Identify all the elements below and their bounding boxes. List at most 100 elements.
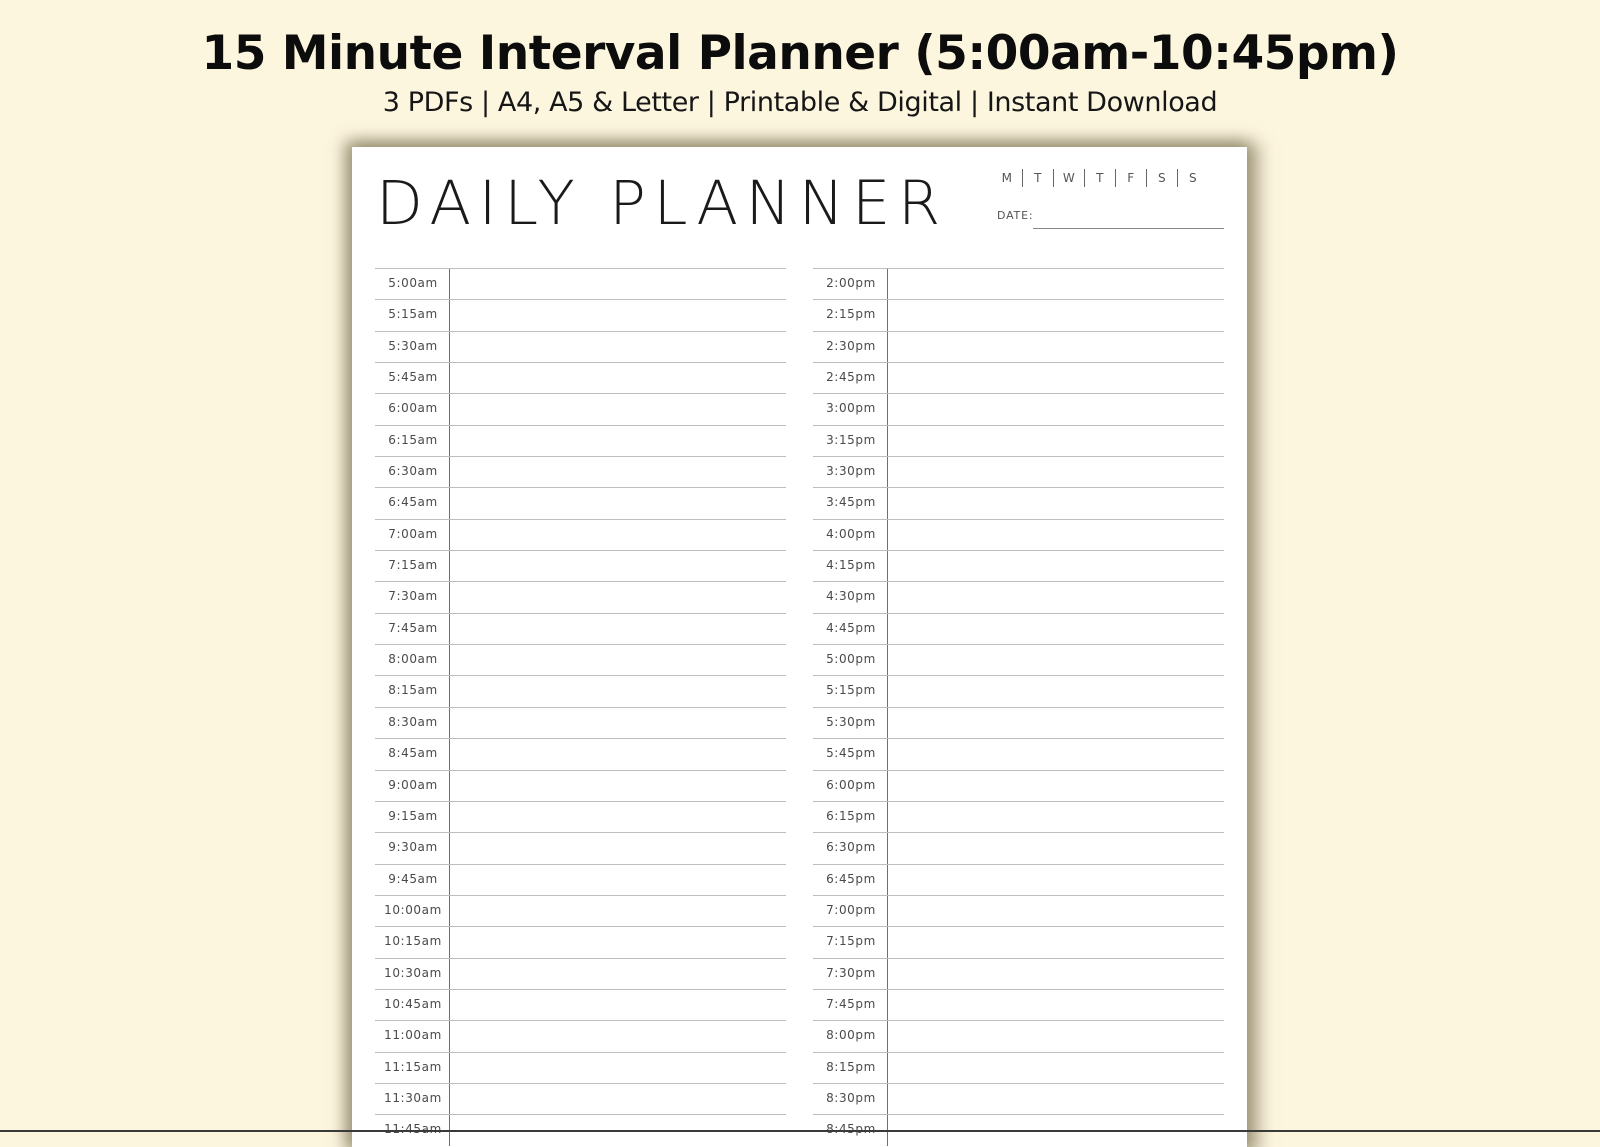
time-slot-entry[interactable] [450, 676, 786, 706]
time-slot-row: 8:00pm [813, 1020, 1224, 1052]
time-slot-entry[interactable] [450, 582, 786, 612]
time-slot-row: 6:00am [375, 393, 786, 425]
time-slot-row: 5:15pm [813, 675, 1224, 707]
time-slot-label: 7:45am [375, 613, 450, 645]
time-slot-label: 10:15am [375, 927, 450, 958]
time-slot-entry[interactable] [450, 520, 786, 550]
time-slot-label: 7:15am [375, 551, 450, 582]
time-slot-entry[interactable] [888, 520, 1224, 550]
time-slot-entry[interactable] [888, 457, 1224, 487]
time-slot-label: 6:45am [375, 488, 450, 519]
time-slot-entry[interactable] [888, 332, 1224, 362]
time-slot-entry[interactable] [450, 394, 786, 424]
time-slot-row: 2:00pm [813, 268, 1224, 300]
time-slot-entry[interactable] [450, 426, 786, 456]
time-slot-entry[interactable] [450, 739, 786, 769]
time-slot-entry[interactable] [450, 363, 786, 393]
time-slot-label: 8:30pm [813, 1083, 888, 1115]
weekday-option[interactable]: T [1093, 171, 1107, 185]
weekday-option[interactable]: W [1062, 171, 1076, 185]
time-slot-entry[interactable] [888, 865, 1224, 895]
time-slot-label: 3:15pm [813, 425, 888, 457]
time-slot-label: 3:45pm [813, 488, 888, 519]
time-slot-entry[interactable] [450, 833, 786, 863]
time-slot-entry[interactable] [888, 582, 1224, 612]
time-slot-entry[interactable] [450, 927, 786, 957]
time-slot-row: 10:45am [375, 988, 786, 1021]
time-slot-entry[interactable] [450, 614, 786, 644]
time-slot-entry[interactable] [888, 676, 1224, 706]
product-subline: 3 PDFs | A4, A5 & Letter | Printable & D… [382, 87, 1218, 118]
weekday-option[interactable]: S [1186, 171, 1200, 185]
time-slot-row: 6:00pm [813, 769, 1224, 801]
time-slot-entry[interactable] [888, 269, 1224, 299]
time-slot-row: 4:45pm [813, 612, 1224, 645]
weekday-separator [1146, 169, 1147, 187]
time-slot-row: 6:45am [375, 487, 786, 519]
time-slot-entry[interactable] [450, 1021, 786, 1051]
time-slot-entry[interactable] [888, 771, 1224, 801]
time-slot-label: 11:00am [375, 1021, 450, 1052]
time-slot-entry[interactable] [888, 551, 1224, 581]
time-slot-entry[interactable] [888, 990, 1224, 1020]
time-slot-entry[interactable] [888, 927, 1224, 957]
time-slot-row: 7:15pm [813, 926, 1224, 958]
time-slot-label: 7:00pm [813, 895, 888, 927]
time-slot-entry[interactable] [888, 426, 1224, 456]
time-slot-entry[interactable] [888, 614, 1224, 644]
weekday-option[interactable]: F [1124, 171, 1138, 185]
time-slot-entry[interactable] [888, 896, 1224, 926]
time-slot-entry[interactable] [888, 1084, 1224, 1114]
time-slot-row: 2:30pm [813, 330, 1224, 363]
time-slot-entry[interactable] [450, 269, 786, 299]
weekday-option[interactable]: T [1031, 171, 1045, 185]
time-slot-entry[interactable] [888, 802, 1224, 832]
time-slot-label: 8:15am [375, 676, 450, 707]
time-slot-entry[interactable] [888, 1021, 1224, 1051]
time-slot-entry[interactable] [888, 1053, 1224, 1083]
time-slot-entry[interactable] [888, 394, 1224, 424]
time-slot-entry[interactable] [450, 865, 786, 895]
weekday-option[interactable]: S [1155, 171, 1169, 185]
time-slot-label: 4:15pm [813, 551, 888, 582]
time-slot-label: 4:30pm [813, 582, 888, 613]
time-slot-entry[interactable] [450, 771, 786, 801]
time-slot-entry[interactable] [888, 833, 1224, 863]
time-slot-entry[interactable] [450, 708, 786, 738]
time-slot-row: 3:15pm [813, 424, 1224, 457]
time-slot-entry[interactable] [888, 300, 1224, 330]
time-slot-entry[interactable] [888, 739, 1224, 769]
time-slot-entry[interactable] [450, 959, 786, 989]
time-slot-entry[interactable] [450, 990, 786, 1020]
time-slot-entry[interactable] [450, 802, 786, 832]
time-slot-label: 5:30am [375, 331, 450, 363]
time-slot-entry[interactable] [450, 1084, 786, 1114]
time-slot-entry[interactable] [450, 457, 786, 487]
time-slot-row: 5:00am [375, 268, 786, 300]
time-slot-label: 2:00pm [813, 269, 888, 300]
time-slot-entry[interactable] [450, 1053, 786, 1083]
time-slot-entry[interactable] [888, 645, 1224, 675]
time-slot-entry[interactable] [450, 488, 786, 518]
time-slot-label: 8:00pm [813, 1021, 888, 1052]
time-slot-entry[interactable] [888, 708, 1224, 738]
time-slot-entry[interactable] [888, 363, 1224, 393]
time-slot-label: 3:00pm [813, 394, 888, 425]
time-slot-label: 8:30am [375, 707, 450, 739]
time-slot-row: 10:15am [375, 926, 786, 958]
time-slot-label: 7:30am [375, 582, 450, 613]
time-slot-entry[interactable] [888, 959, 1224, 989]
time-slot-entry[interactable] [450, 332, 786, 362]
weekday-separator [1177, 169, 1178, 187]
time-slot-entry[interactable] [888, 488, 1224, 518]
time-slot-entry[interactable] [450, 645, 786, 675]
time-slot-entry[interactable] [450, 300, 786, 330]
date-field[interactable] [1033, 228, 1224, 229]
time-slot-label: 5:15pm [813, 676, 888, 707]
time-slot-entry[interactable] [450, 551, 786, 581]
weekday-option[interactable]: M [1000, 171, 1014, 185]
time-slot-entry[interactable] [450, 896, 786, 926]
time-slot-label: 6:15am [375, 425, 450, 457]
weekday-separator [1084, 169, 1085, 187]
time-slot-row: 8:30pm [813, 1082, 1224, 1115]
